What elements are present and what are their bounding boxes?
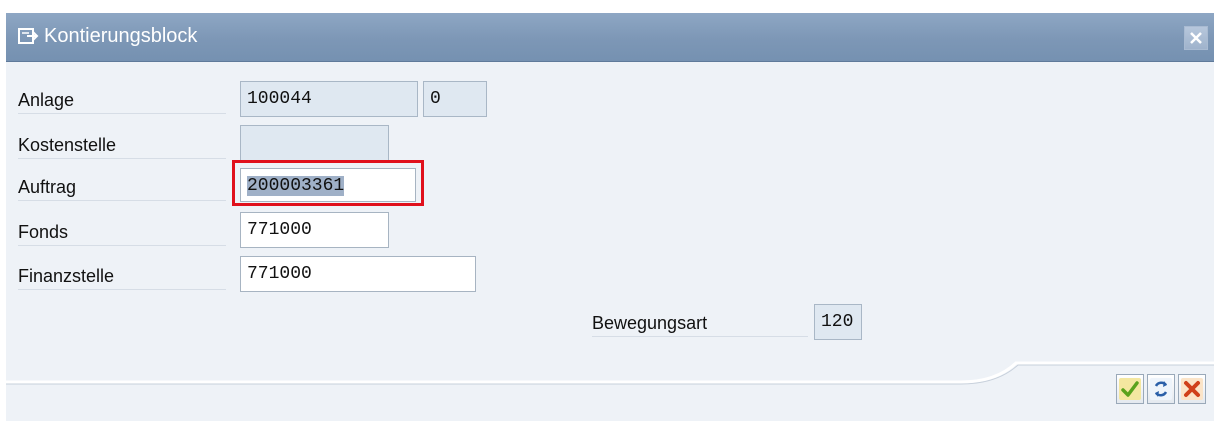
label-bewegungsart: Bewegungsart: [592, 312, 808, 337]
confirm-button[interactable]: [1116, 374, 1144, 404]
label-fonds: Fonds: [18, 221, 226, 246]
refresh-button[interactable]: [1147, 374, 1175, 404]
label-anlage: Anlage: [18, 89, 226, 114]
cancel-button[interactable]: [1178, 374, 1206, 404]
anlage-subnumber-field[interactable]: 0: [423, 81, 487, 117]
kostenstelle-field[interactable]: [240, 125, 389, 161]
close-button[interactable]: [1184, 26, 1208, 50]
title-bar: Kontierungsblock: [6, 13, 1214, 62]
label-kostenstelle: Kostenstelle: [18, 134, 226, 159]
anlage-field[interactable]: 100044: [240, 81, 418, 117]
label-auftrag: Auftrag: [18, 176, 226, 201]
footer-divider: [6, 361, 1214, 385]
label-finanzstelle: Finanzstelle: [18, 265, 226, 290]
bewegungsart-field[interactable]: 120: [814, 304, 862, 340]
finanzstelle-field[interactable]: 771000: [240, 256, 476, 292]
kontierungsblock-dialog: Kontierungsblock Anlage 100044 0 Kostens…: [6, 13, 1214, 421]
highlight-box: [232, 160, 424, 206]
window-icon: [18, 26, 40, 46]
fonds-field[interactable]: 771000: [240, 212, 389, 248]
cancel-icon: [1181, 378, 1203, 400]
window-title: Kontierungsblock: [44, 25, 198, 47]
close-icon: [1190, 32, 1202, 44]
refresh-icon: [1150, 378, 1172, 400]
checkmark-icon: [1119, 378, 1141, 400]
